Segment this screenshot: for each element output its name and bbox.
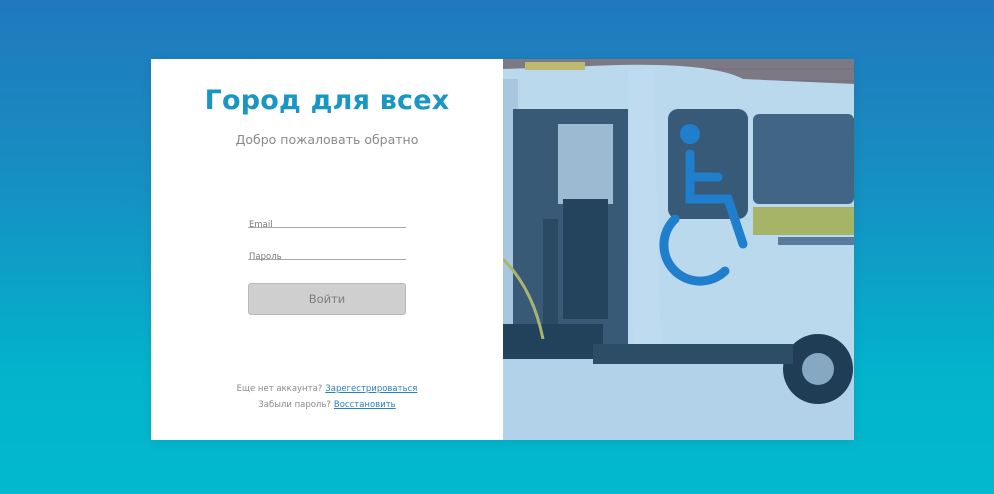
welcome-subtitle: Добро пожаловать обратно — [235, 132, 419, 147]
register-link[interactable]: Зарегестрироваться — [325, 384, 417, 394]
password-field — [248, 244, 407, 264]
app-title: Город для всех — [204, 85, 450, 116]
recover-prompt: Забыли пароль? — [258, 400, 331, 410]
accessible-van-illustration — [503, 59, 854, 440]
login-button[interactable]: Войти — [248, 283, 406, 315]
password-input[interactable] — [248, 250, 407, 264]
register-line: Еще нет аккаунта? Зарегестрироваться — [151, 384, 503, 394]
login-card: Город для всех Добро пожаловать обратно … — [151, 59, 854, 440]
login-panel: Город для всех Добро пожаловать обратно … — [151, 59, 503, 440]
hero-image — [503, 59, 854, 440]
recover-password-link[interactable]: Восстановить — [334, 400, 396, 410]
register-prompt: Еще нет аккаунта? — [236, 384, 323, 394]
email-input[interactable] — [248, 218, 407, 232]
email-field — [248, 212, 407, 232]
recover-line: Забыли пароль? Восстановить — [151, 400, 503, 410]
